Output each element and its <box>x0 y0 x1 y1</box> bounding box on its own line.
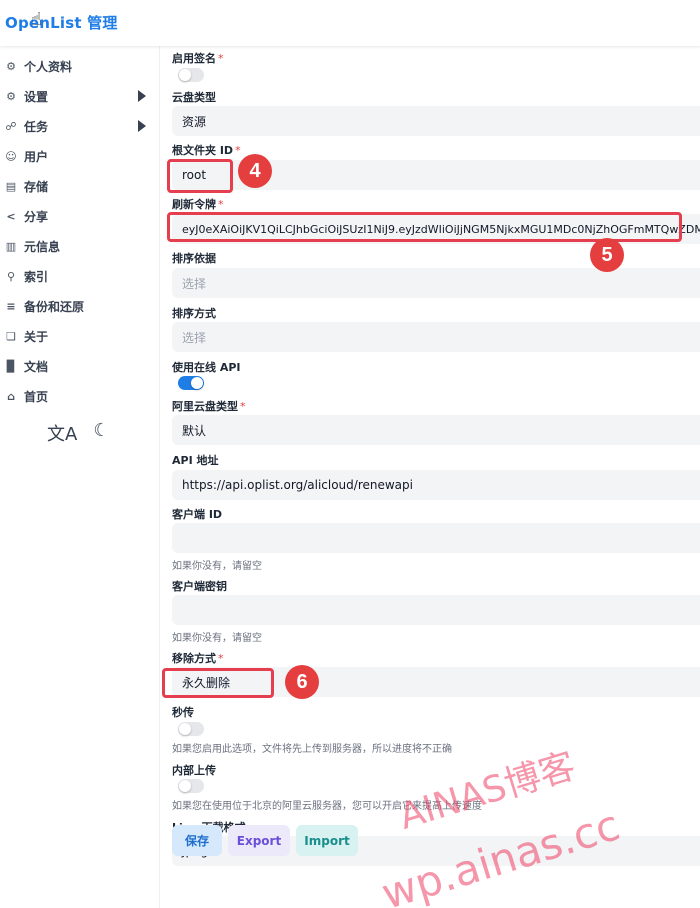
api-address-label: API 地址 <box>172 454 219 467</box>
sidebar-item-label: 关于 <box>24 329 49 344</box>
alipan-type-select[interactable]: 默认 <box>172 415 700 445</box>
sidebar-item-share[interactable]: < 分享 <box>0 202 158 230</box>
sidebar-item-label: 用户 <box>24 149 49 164</box>
about-icon: ❏ <box>6 329 16 343</box>
profile-icon: ⚙ <box>6 59 16 73</box>
hand-cursor-icon: ☝ <box>31 9 42 30</box>
sidebar-item-label: 设置 <box>24 89 49 104</box>
export-button[interactable]: Export <box>228 825 290 856</box>
top-bar: OpenList 管理 ☝ <box>0 0 700 46</box>
refresh-token-label: 刷新令牌 * <box>172 198 224 211</box>
use-online-api-label: 使用在线 API <box>172 361 241 374</box>
cloud-type-label: 云盘类型 <box>172 91 216 104</box>
sidebar-tools: 文A ☾ <box>47 420 109 446</box>
gear-icon: ⚙ <box>6 89 16 103</box>
sidebar-item-label: 文档 <box>24 359 49 374</box>
root-folder-id-label: 根文件夹 ID * <box>172 144 241 157</box>
sidebar-item-label: 分享 <box>24 209 49 224</box>
translate-icon[interactable]: 文A <box>47 420 77 446</box>
rapid-upload-label: 秒传 <box>172 706 194 719</box>
home-icon: ⌂ <box>7 389 15 403</box>
sidebar-item-label: 备份和还原 <box>24 299 85 314</box>
share-icon: < <box>6 209 16 223</box>
meta-icon: ▥ <box>5 239 17 253</box>
use-online-api-toggle[interactable] <box>178 376 204 390</box>
sidebar-item-about[interactable]: ❏ 关于 <box>0 322 158 350</box>
moon-icon[interactable]: ☾ <box>93 420 109 446</box>
search-icon: ⚲ <box>6 269 16 283</box>
client-secret-label: 客户端密钥 <box>172 580 227 593</box>
order-by-select[interactable]: 选择 <box>172 268 700 298</box>
order-direction-label: 排序方式 <box>172 307 216 320</box>
sidebar-item-users[interactable]: ☺ 用户 <box>0 142 158 170</box>
sidebar-item-home[interactable]: ⌂ 首页 <box>0 382 158 410</box>
sidebar: ⚙ 个人资料 ⚙ 设置 ☍ 任务 ☺ 用户 ▤ 存储 < 分享 ▥ 元信息 ⚲ … <box>0 46 160 908</box>
highlight-root-folder <box>167 159 233 193</box>
client-secret-input[interactable] <box>172 595 700 625</box>
order-by-label: 排序依据 <box>172 252 216 265</box>
expand-arrow-icon[interactable] <box>138 120 146 132</box>
step-badge-4: 4 <box>238 154 272 188</box>
step-badge-5: 5 <box>590 238 624 272</box>
save-button[interactable]: 保存 <box>172 825 222 856</box>
sidebar-item-docs[interactable]: ▉ 文档 <box>0 352 158 380</box>
sidebar-item-label: 索引 <box>24 269 49 284</box>
sidebar-item-index[interactable]: ⚲ 索引 <box>0 262 158 290</box>
rapid-upload-toggle[interactable] <box>178 722 204 736</box>
tasks-icon: ☍ <box>5 119 17 133</box>
storage-icon: ▤ <box>5 179 17 193</box>
enable-sign-label: 启用签名 * <box>172 52 224 65</box>
database-icon: ≡ <box>6 299 16 313</box>
rapid-upload-help: 如果您启用此选项，文件将先上传到服务器，所以进度将不正确 <box>172 744 452 755</box>
brand-title[interactable]: OpenList 管理 <box>5 12 118 33</box>
internal-upload-label: 内部上传 <box>172 764 216 777</box>
sidebar-item-label: 存储 <box>24 179 49 194</box>
client-id-input[interactable] <box>172 523 700 553</box>
cloud-type-select[interactable]: 资源 <box>172 106 700 136</box>
sidebar-item-backup[interactable]: ≡ 备份和还原 <box>0 292 158 320</box>
highlight-remove-way <box>162 668 274 698</box>
sidebar-item-label: 个人资料 <box>24 59 73 74</box>
order-direction-select[interactable]: 选择 <box>172 322 700 352</box>
client-id-help: 如果你没有，请留空 <box>172 561 262 572</box>
sidebar-item-meta[interactable]: ▥ 元信息 <box>0 232 158 260</box>
sidebar-item-tasks[interactable]: ☍ 任务 <box>0 112 158 140</box>
sidebar-item-storage[interactable]: ▤ 存储 <box>0 172 158 200</box>
client-id-label: 客户端 ID <box>172 508 223 521</box>
user-icon: ☺ <box>5 149 17 163</box>
remove-way-label: 移除方式 * <box>172 652 224 665</box>
alipan-type-label: 阿里云盘类型 * <box>172 400 246 413</box>
sidebar-item-settings[interactable]: ⚙ 设置 <box>0 82 158 110</box>
api-address-input[interactable]: https://api.oplist.org/alicloud/renewapi <box>172 470 700 500</box>
sidebar-item-label: 任务 <box>24 119 49 134</box>
sidebar-item-label: 元信息 <box>24 239 61 254</box>
step-badge-6: 6 <box>285 665 319 699</box>
docs-icon: ▉ <box>6 359 16 373</box>
sidebar-item-label: 首页 <box>24 389 49 404</box>
sidebar-item-profile[interactable]: ⚙ 个人资料 <box>0 52 158 80</box>
expand-arrow-icon[interactable] <box>138 90 146 102</box>
internal-upload-toggle[interactable] <box>178 779 204 793</box>
client-secret-help: 如果你没有，请留空 <box>172 633 262 644</box>
import-button[interactable]: Import <box>296 825 358 856</box>
enable-sign-toggle[interactable] <box>178 68 204 82</box>
